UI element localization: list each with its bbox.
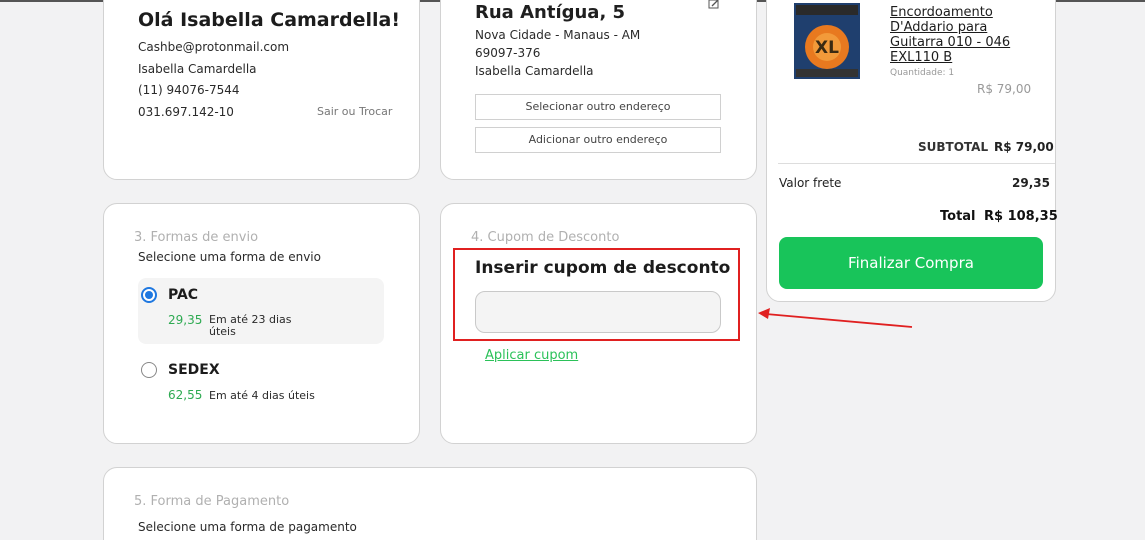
shipping-option-price: 29,35 bbox=[168, 313, 203, 327]
shipping-option-price: 62,55 bbox=[168, 388, 203, 402]
address-recipient: Isabella Camardella bbox=[475, 64, 594, 78]
user-email: Cashbe@protonmail.com bbox=[138, 40, 290, 54]
shipping-subtitle: Selecione uma forma de envio bbox=[138, 250, 321, 264]
shipping-option-name: PAC bbox=[168, 287, 199, 303]
user-cpf: 031.697.142-10 bbox=[138, 105, 234, 119]
greeting-title: Olá Isabella Camardella! bbox=[138, 9, 401, 31]
total-value: R$ 108,35 bbox=[984, 209, 1058, 224]
shipping-cost-value: 29,35 bbox=[1012, 176, 1050, 190]
payment-section-title: 5. Forma de Pagamento bbox=[134, 494, 290, 509]
address-zip: 69097-376 bbox=[475, 46, 541, 60]
product-price: R$ 79,00 bbox=[977, 82, 1032, 96]
shipping-option-eta: Em até 4 dias úteis bbox=[209, 389, 315, 402]
eta-line: úteis bbox=[209, 325, 236, 338]
payment-subtitle: Selecione uma forma de pagamento bbox=[138, 520, 357, 534]
user-name: Isabella Camardella bbox=[138, 62, 257, 76]
shipping-option-eta: Em até 23 dias úteis bbox=[209, 314, 291, 338]
address-card bbox=[440, 0, 757, 180]
annotation-arrow-icon bbox=[758, 308, 913, 328]
select-other-address-button[interactable]: Selecionar outro endereço bbox=[475, 94, 721, 120]
user-phone: (11) 94076-7544 bbox=[138, 83, 240, 97]
edit-icon[interactable] bbox=[708, 0, 720, 10]
shipping-cost-label: Valor frete bbox=[779, 176, 842, 190]
product-badge-text: XL bbox=[815, 38, 839, 58]
product-name-line: EXL110 B bbox=[890, 50, 953, 65]
divider bbox=[778, 163, 1055, 164]
add-other-address-button[interactable]: Adicionar outro endereço bbox=[475, 127, 721, 153]
coupon-section-title: 4. Cupom de Desconto bbox=[471, 230, 620, 245]
annotation-highlight-box bbox=[453, 248, 740, 341]
address-street: Rua Antígua, 5 bbox=[475, 2, 626, 23]
subtotal-value: R$ 79,00 bbox=[994, 140, 1054, 154]
pac-radio[interactable] bbox=[141, 287, 157, 303]
shipping-option-name: SEDEX bbox=[168, 362, 220, 378]
apply-coupon-link[interactable]: Aplicar cupom bbox=[485, 348, 578, 363]
product-quantity: Quantidade: 1 bbox=[890, 68, 955, 78]
product-name-line: Guitarra 010 - 046 bbox=[890, 35, 1011, 50]
product-name-link[interactable]: Encordoamento D'Addario para Guitarra 01… bbox=[890, 5, 1010, 65]
product-image: XL bbox=[794, 3, 860, 79]
product-name-line: Encordoamento bbox=[890, 5, 993, 20]
address-city: Nova Cidade - Manaus - AM bbox=[475, 28, 641, 42]
subtotal-label: SUBTOTAL bbox=[918, 140, 989, 154]
sedex-radio[interactable] bbox=[141, 362, 157, 378]
total-label: Total bbox=[940, 209, 976, 224]
finalize-purchase-button[interactable]: Finalizar Compra bbox=[779, 237, 1043, 289]
product-name-line: D'Addario para bbox=[890, 20, 988, 35]
logout-switch-link[interactable]: Sair ou Trocar bbox=[317, 105, 392, 118]
shipping-section-title: 3. Formas de envio bbox=[134, 230, 259, 245]
guitar-strings-pack-icon: XL bbox=[794, 3, 860, 79]
